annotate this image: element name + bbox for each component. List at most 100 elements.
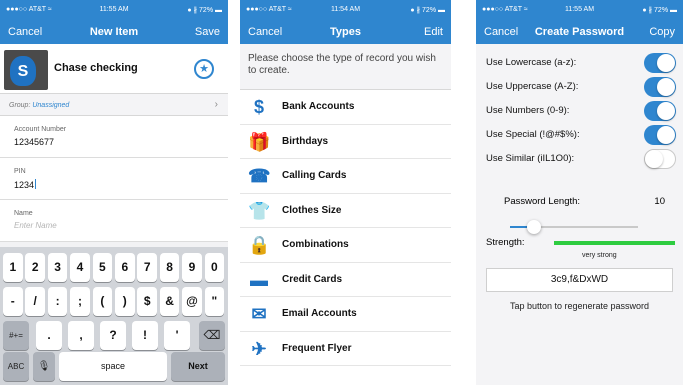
password-length-slider[interactable] [510,220,638,234]
account-number-field[interactable]: Account Number 12345677 [0,116,228,158]
copy-button[interactable]: Copy [649,26,675,38]
option-row: Use Similar (iIL1O0): [476,147,683,171]
type-label: Clothes Size [282,204,342,216]
chevron-right-icon: › [214,99,218,110]
toggle-knob [657,54,675,72]
group-row[interactable]: Group: Unassigned › [0,94,228,116]
type-row-bank-accounts[interactable]: $ Bank Accounts [240,90,451,125]
option-toggle[interactable] [644,149,676,169]
item-icon-button[interactable]: S [4,50,48,90]
item-name[interactable]: Chase checking [54,62,138,74]
status-bar: ●●●○○ AT&T ≈ 11:54 AM ● ∦ 72% ▬ [240,0,451,20]
strength-label: Strength: [486,237,525,248]
option-toggle[interactable] [644,125,676,145]
symbol-key[interactable]: & [159,287,180,316]
number-key[interactable]: 0 [204,253,225,282]
abc-key[interactable]: ABC [3,352,29,381]
name-input[interactable]: Enter Name [14,221,57,230]
password-length-row: Password Length: 10 [476,196,683,212]
space-key[interactable]: space [59,352,167,381]
toggle-knob [657,126,675,144]
symbol-key[interactable]: : [47,287,68,316]
keyboard-row-numbers: 1234567890 [3,253,225,282]
number-key[interactable]: 1 [3,253,23,282]
option-label: Use Uppercase (A-Z): [486,81,579,92]
symbol-key[interactable]: ; [70,287,90,316]
cancel-button[interactable]: Cancel [248,26,282,38]
option-toggle[interactable] [644,101,676,121]
slider-thumb[interactable] [527,220,542,234]
punctuation-key[interactable]: ! [132,321,158,350]
number-key[interactable]: 9 [182,253,202,282]
symbol-key[interactable]: @ [182,287,202,316]
option-toggle[interactable] [644,77,676,97]
type-label: Combinations [282,239,349,250]
account-number-value[interactable]: 12345677 [14,137,54,147]
password-length-label: Password Length: [504,196,581,207]
pin-value[interactable]: 1234 [14,179,37,190]
nav-bar: Cancel New Item Save [0,20,228,44]
battery-text: ● ∦ 72% ▬ [187,7,222,14]
type-row-frequent-flyer[interactable]: ✈ Frequent Flyer [240,331,451,366]
type-row-combinations[interactable]: 🔒 Combinations [240,228,451,263]
symbol-key[interactable]: - [3,287,23,316]
envelope-icon: ✉ [251,304,267,324]
option-label: Use Lowercase (a-z): [486,57,577,68]
number-key[interactable]: 3 [47,253,68,282]
next-key[interactable]: Next [171,352,225,381]
group-label: Group: Unassigned [9,102,70,109]
generated-password-button[interactable]: 3c9,f&DxWD [486,268,673,292]
cancel-button[interactable]: Cancel [484,26,518,38]
punctuation-key[interactable]: ? [100,321,126,350]
lock-icon: 🔒 [248,235,271,255]
password-length-value: 10 [654,196,665,207]
symbol-key[interactable]: ( [92,287,113,316]
type-label: Credit Cards [282,273,343,285]
keyboard-row-bottom: ABC 🎙 space Next [3,352,225,381]
number-key[interactable]: 2 [25,253,45,282]
edit-button[interactable]: Edit [424,26,443,38]
microphone-icon[interactable]: 🎙 [33,352,55,381]
pin-field[interactable]: PIN 1234 [0,158,228,200]
punctuation-key[interactable]: ' [164,321,190,350]
number-key[interactable]: 8 [159,253,180,282]
type-row-birthdays[interactable]: 🎁 Birthdays [240,124,451,159]
type-label: Bank Accounts [282,101,355,112]
pin-label: PIN [14,168,26,175]
toggle-knob [657,102,675,120]
symbol-key[interactable]: ) [115,287,135,316]
symbol-key[interactable]: $ [137,287,157,316]
star-icon[interactable]: ★ [194,59,214,79]
text-cursor [35,179,37,189]
symbol-key[interactable]: / [25,287,45,316]
strength-row: Strength: very strong [476,237,683,263]
cancel-button[interactable]: Cancel [8,26,42,38]
type-row-clothes-size[interactable]: 👕 Clothes Size [240,193,451,228]
type-row-email-accounts[interactable]: ✉ Email Accounts [240,297,451,332]
option-label: Use Special (!@#$%): [486,129,580,140]
item-header: S Chase checking ★ [0,44,228,94]
option-label: Use Numbers (0-9): [486,105,570,116]
delete-key[interactable]: ⌫ [199,321,225,350]
number-key[interactable]: 7 [137,253,157,282]
punctuation-key[interactable]: , [68,321,94,350]
money-bag-icon: S [10,56,36,86]
money-bag-icon: $ [253,97,264,117]
option-toggle[interactable] [644,53,676,73]
punctuation-key[interactable]: . [36,321,62,350]
type-row-calling-cards[interactable]: ☎ Calling Cards [240,159,451,194]
type-row-credit-cards[interactable]: ▬ Credit Cards [240,262,451,297]
status-bar: ●●●○○ AT&T ≈ 11:55 AM ● ∦ 72% ▬ [0,0,228,20]
number-key[interactable]: 4 [70,253,90,282]
numeric-keyboard: 1234567890 - /:;() $ & @ " #+= ⌫ .,?! ' ABC 🎙 … [0,247,228,385]
name-field[interactable]: Name Enter Name [0,200,228,242]
type-label: Email Accounts [282,308,357,319]
number-key[interactable]: 6 [115,253,135,282]
number-key[interactable]: 5 [92,253,113,282]
symbols-key[interactable]: #+= [3,321,29,350]
airplane-icon: ✈ [251,338,267,359]
symbol-key[interactable]: " [204,287,225,316]
account-number-label: Account Number [14,126,67,133]
save-button[interactable]: Save [195,26,220,38]
regenerate-hint: Tap button to regenerate password [509,301,650,311]
